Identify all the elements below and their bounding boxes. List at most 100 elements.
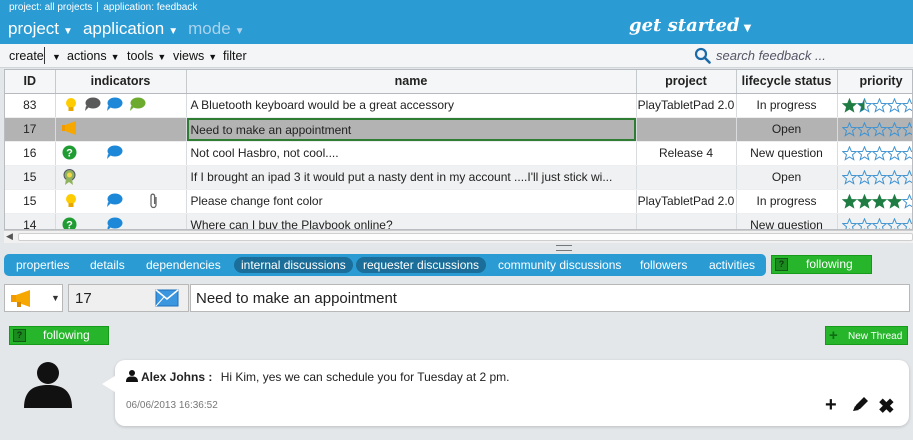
star-icon[interactable] bbox=[841, 121, 857, 137]
star-icon[interactable] bbox=[871, 121, 887, 137]
table-row[interactable]: 83 A Bluetooth keyboard would be a great … bbox=[5, 93, 912, 118]
cell-name[interactable]: Where can I buy the Playbook online? bbox=[186, 213, 637, 229]
priority-rating[interactable] bbox=[838, 97, 912, 113]
cell-name[interactable]: A Bluetooth keyboard would be a great ac… bbox=[186, 93, 637, 118]
cell-indicators[interactable]: ? bbox=[55, 141, 187, 166]
table-row[interactable]: 17 Need to make an appointment Open bbox=[5, 117, 913, 142]
cell-id[interactable]: 17 bbox=[5, 117, 56, 142]
star-icon[interactable] bbox=[901, 193, 913, 209]
priority-rating[interactable] bbox=[838, 169, 913, 185]
cell-name-editing[interactable]: Need to make an appointment bbox=[186, 117, 637, 142]
tab-dependencies[interactable]: dependencies bbox=[146, 257, 221, 273]
cell-name[interactable]: If I brought an ipad 3 it would put a na… bbox=[186, 165, 637, 190]
cell-lifecycle-status[interactable]: In progress bbox=[736, 189, 838, 214]
table-row[interactable]: 16? Not cool Hasbro, not cool.... Release … bbox=[5, 141, 913, 166]
star-icon[interactable] bbox=[871, 193, 887, 209]
star-icon[interactable] bbox=[871, 217, 887, 231]
priority-rating[interactable] bbox=[838, 121, 913, 137]
email-icon[interactable] bbox=[155, 289, 179, 307]
table-row[interactable]: 15 If I brought an ipad 3 it would put a … bbox=[5, 165, 913, 190]
star-icon[interactable] bbox=[841, 217, 857, 231]
priority-rating[interactable] bbox=[838, 217, 913, 231]
cell-indicators[interactable] bbox=[55, 117, 187, 142]
scroll-left-icon[interactable]: ◀ bbox=[6, 231, 13, 242]
star-icon[interactable] bbox=[841, 193, 857, 209]
cell-project[interactable] bbox=[636, 117, 737, 142]
cell-id[interactable]: 15 bbox=[5, 189, 56, 214]
item-title-field[interactable]: Need to make an appointment bbox=[190, 284, 910, 312]
get-started-menu[interactable]: get started ▼ bbox=[629, 15, 751, 36]
tab-properties[interactable]: properties bbox=[16, 257, 69, 273]
cell-priority[interactable] bbox=[837, 165, 913, 190]
column-header-priority[interactable]: priority bbox=[837, 70, 912, 94]
star-icon[interactable] bbox=[856, 193, 872, 209]
cell-name[interactable]: Please change font color bbox=[186, 189, 637, 214]
column-header-id[interactable]: ID bbox=[5, 70, 56, 94]
star-icon[interactable] bbox=[856, 121, 872, 137]
star-icon[interactable] bbox=[886, 193, 902, 209]
application-menu[interactable]: application ▼ bbox=[83, 19, 178, 39]
following-button[interactable]: ? following bbox=[9, 326, 109, 345]
new-thread-button[interactable]: + New Thread bbox=[825, 326, 908, 345]
cell-lifecycle-status[interactable]: New question bbox=[736, 213, 838, 229]
cell-lifecycle-status[interactable]: In progress bbox=[736, 93, 838, 118]
cell-project[interactable] bbox=[636, 213, 737, 229]
star-icon[interactable] bbox=[901, 169, 913, 185]
delete-close-icon[interactable]: ✖ bbox=[878, 394, 895, 419]
cell-priority[interactable] bbox=[837, 93, 912, 118]
star-icon[interactable] bbox=[886, 97, 902, 113]
tab-followers[interactable]: followers bbox=[640, 257, 687, 273]
star-icon[interactable] bbox=[871, 169, 887, 185]
cell-priority[interactable] bbox=[837, 141, 913, 166]
cell-id[interactable]: 83 bbox=[5, 93, 56, 118]
cell-project[interactable]: Release 4 bbox=[636, 141, 737, 166]
column-header-indicators[interactable]: indicators bbox=[55, 70, 187, 94]
search-icon[interactable] bbox=[694, 47, 711, 64]
cell-project[interactable] bbox=[636, 165, 737, 190]
cell-indicators[interactable] bbox=[55, 189, 187, 214]
star-icon[interactable] bbox=[901, 121, 913, 137]
cell-priority[interactable] bbox=[837, 117, 913, 142]
cell-lifecycle-status[interactable]: Open bbox=[736, 165, 838, 190]
star-icon[interactable] bbox=[871, 97, 887, 113]
cell-project[interactable]: PlayTabletPad 2.0 bbox=[636, 93, 737, 118]
star-icon[interactable] bbox=[856, 97, 872, 113]
priority-rating[interactable] bbox=[838, 145, 913, 161]
table-row[interactable]: 14? Where can I buy the Playbook online? N… bbox=[5, 213, 913, 231]
actions-menu[interactable]: actions ▼ bbox=[67, 49, 120, 63]
star-icon[interactable] bbox=[856, 169, 872, 185]
star-icon[interactable] bbox=[901, 145, 913, 161]
cell-name-editor[interactable]: Need to make an appointment bbox=[186, 117, 635, 140]
search-field[interactable]: search feedback ... bbox=[694, 47, 906, 65]
column-header-name[interactable]: name bbox=[186, 70, 637, 94]
star-icon[interactable] bbox=[841, 169, 857, 185]
following-button-top[interactable]: ? following bbox=[771, 255, 872, 274]
create-dropdown[interactable]: ▼ bbox=[48, 49, 61, 63]
table-row[interactable]: 15 Please change font color PlayTabletPad … bbox=[5, 189, 913, 214]
star-icon[interactable] bbox=[901, 217, 913, 231]
type-select[interactable]: ▼ bbox=[4, 284, 63, 312]
column-header-project[interactable]: project bbox=[636, 70, 737, 94]
breadcrumb-project[interactable]: project: all projects bbox=[9, 2, 92, 13]
filter-button[interactable]: filter bbox=[223, 49, 247, 63]
tab-requester-discussions[interactable]: requester discussions bbox=[356, 257, 487, 273]
mode-menu[interactable]: mode ▼ bbox=[188, 19, 244, 39]
tab-internal-discussions[interactable]: internal discussions bbox=[234, 257, 353, 273]
star-icon[interactable] bbox=[886, 217, 902, 231]
cell-name[interactable]: Not cool Hasbro, not cool.... bbox=[186, 141, 637, 166]
cell-lifecycle-status[interactable]: Open bbox=[736, 117, 838, 142]
cell-indicators[interactable] bbox=[55, 165, 187, 190]
edit-pencil-icon[interactable] bbox=[852, 395, 870, 412]
star-icon[interactable] bbox=[841, 145, 857, 161]
cell-id[interactable]: 15 bbox=[5, 165, 56, 190]
star-icon[interactable] bbox=[841, 97, 857, 113]
views-menu[interactable]: views ▼ bbox=[173, 49, 217, 63]
priority-rating[interactable] bbox=[838, 193, 913, 209]
cell-id[interactable]: 14 bbox=[5, 213, 56, 229]
star-icon[interactable] bbox=[856, 145, 872, 161]
scrollbar-thumb[interactable] bbox=[18, 233, 913, 241]
cell-id[interactable]: 16 bbox=[5, 141, 56, 166]
cell-indicators[interactable] bbox=[55, 93, 187, 118]
horizontal-scrollbar[interactable]: ◀ bbox=[4, 230, 913, 243]
star-icon[interactable] bbox=[886, 121, 902, 137]
